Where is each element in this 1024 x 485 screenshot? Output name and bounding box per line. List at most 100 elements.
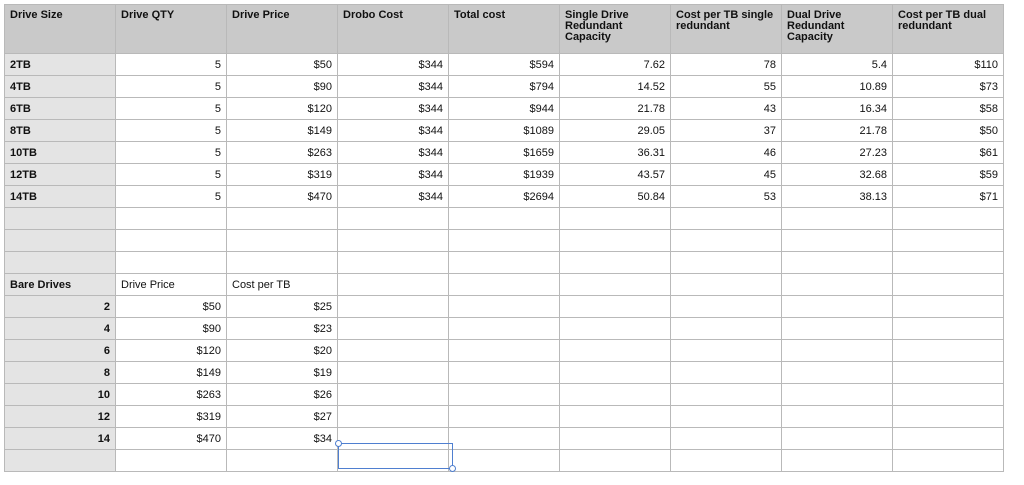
table-cell[interactable]: $120 (226, 97, 338, 120)
table-cell[interactable] (559, 427, 671, 450)
table-cell[interactable]: $344 (337, 119, 449, 142)
table-cell[interactable] (670, 339, 782, 362)
table-cell[interactable] (559, 405, 671, 428)
table-cell[interactable]: 46 (670, 141, 782, 164)
table-cell[interactable]: $23 (226, 317, 338, 340)
table-cell[interactable] (781, 295, 893, 318)
table-cell[interactable]: 5 (115, 185, 227, 208)
table-cell[interactable]: $2694 (448, 185, 560, 208)
table-cell[interactable]: $594 (448, 53, 560, 76)
table-cell[interactable] (337, 339, 449, 362)
table-cell[interactable]: 55 (670, 75, 782, 98)
table-cell[interactable] (337, 251, 449, 274)
table-cell[interactable] (670, 383, 782, 406)
table-cell[interactable] (781, 273, 893, 296)
table-cell[interactable]: $50 (226, 53, 338, 76)
table-cell[interactable]: $90 (115, 317, 227, 340)
table-cell[interactable] (337, 207, 449, 230)
table-cell[interactable]: 5 (115, 141, 227, 164)
table-cell[interactable]: 14.52 (559, 75, 671, 98)
table-cell[interactable]: $71 (892, 185, 1004, 208)
table-cell[interactable]: $26 (226, 383, 338, 406)
table-cell[interactable]: $944 (448, 97, 560, 120)
table-cell[interactable]: $19 (226, 361, 338, 384)
table-cell[interactable] (448, 251, 560, 274)
table-cell[interactable] (892, 317, 1004, 340)
table-cell[interactable] (115, 207, 227, 230)
table-cell[interactable] (781, 449, 893, 472)
table-cell[interactable] (892, 295, 1004, 318)
table-cell[interactable]: $90 (226, 75, 338, 98)
table-cell[interactable]: 53 (670, 185, 782, 208)
table-cell[interactable] (781, 229, 893, 252)
table-cell[interactable]: $470 (226, 185, 338, 208)
table-cell[interactable]: 7.62 (559, 53, 671, 76)
row-header-cell[interactable]: 8TB (4, 119, 116, 142)
row-header-cell[interactable]: 4TB (4, 75, 116, 98)
table-cell[interactable]: 38.13 (781, 185, 893, 208)
table-cell[interactable]: 43 (670, 97, 782, 120)
table-cell[interactable] (781, 383, 893, 406)
row-header-cell[interactable]: 14 (4, 427, 116, 450)
table-cell[interactable] (448, 339, 560, 362)
table-cell[interactable] (448, 449, 560, 472)
table-cell[interactable] (781, 405, 893, 428)
table-cell[interactable] (559, 449, 671, 472)
table-cell[interactable]: $149 (115, 361, 227, 384)
table-cell[interactable] (670, 273, 782, 296)
table-cell[interactable]: $25 (226, 295, 338, 318)
table-cell[interactable]: $120 (115, 339, 227, 362)
table-cell[interactable] (670, 251, 782, 274)
row-header-cell[interactable] (4, 207, 116, 230)
table-cell[interactable] (559, 295, 671, 318)
table-cell[interactable]: $344 (337, 163, 449, 186)
table-cell[interactable]: 5.4 (781, 53, 893, 76)
row-header-cell[interactable]: Bare Drives (4, 273, 116, 296)
row-header-cell[interactable]: 8 (4, 361, 116, 384)
table-cell[interactable]: $20 (226, 339, 338, 362)
table-cell[interactable] (892, 251, 1004, 274)
table-cell[interactable] (337, 317, 449, 340)
table-cell[interactable] (226, 207, 338, 230)
table-cell[interactable] (337, 449, 449, 472)
table-cell[interactable] (670, 295, 782, 318)
table-cell[interactable]: $73 (892, 75, 1004, 98)
table-cell[interactable] (670, 317, 782, 340)
table-cell[interactable] (337, 383, 449, 406)
table-cell[interactable] (337, 361, 449, 384)
table-cell[interactable]: 50.84 (559, 185, 671, 208)
table-cell[interactable] (448, 229, 560, 252)
table-cell[interactable] (448, 405, 560, 428)
table-cell[interactable] (448, 207, 560, 230)
table-cell[interactable] (781, 207, 893, 230)
table-cell[interactable] (448, 295, 560, 318)
table-cell[interactable]: $149 (226, 119, 338, 142)
table-cell[interactable]: 5 (115, 53, 227, 76)
table-cell[interactable]: 10.89 (781, 75, 893, 98)
table-cell[interactable] (892, 273, 1004, 296)
row-header-cell[interactable]: 10TB (4, 141, 116, 164)
table-cell[interactable]: $34 (226, 427, 338, 450)
table-cell[interactable] (559, 273, 671, 296)
table-cell[interactable]: Cost per TB (226, 273, 338, 296)
table-cell[interactable]: 21.78 (781, 119, 893, 142)
table-cell[interactable]: 21.78 (559, 97, 671, 120)
table-cell[interactable] (892, 427, 1004, 450)
table-cell[interactable] (448, 273, 560, 296)
table-cell[interactable]: $344 (337, 141, 449, 164)
table-cell[interactable]: $61 (892, 141, 1004, 164)
table-cell[interactable]: $1659 (448, 141, 560, 164)
table-cell[interactable]: $319 (226, 163, 338, 186)
table-cell[interactable] (448, 427, 560, 450)
table-cell[interactable] (226, 229, 338, 252)
table-cell[interactable]: 29.05 (559, 119, 671, 142)
table-cell[interactable]: $50 (115, 295, 227, 318)
table-cell[interactable] (670, 427, 782, 450)
table-cell[interactable]: $319 (115, 405, 227, 428)
table-cell[interactable]: $470 (115, 427, 227, 450)
table-cell[interactable] (670, 207, 782, 230)
table-cell[interactable] (226, 449, 338, 472)
selection-handle-bottom-right[interactable] (449, 465, 456, 472)
table-cell[interactable] (559, 229, 671, 252)
row-header-cell[interactable]: 2 (4, 295, 116, 318)
